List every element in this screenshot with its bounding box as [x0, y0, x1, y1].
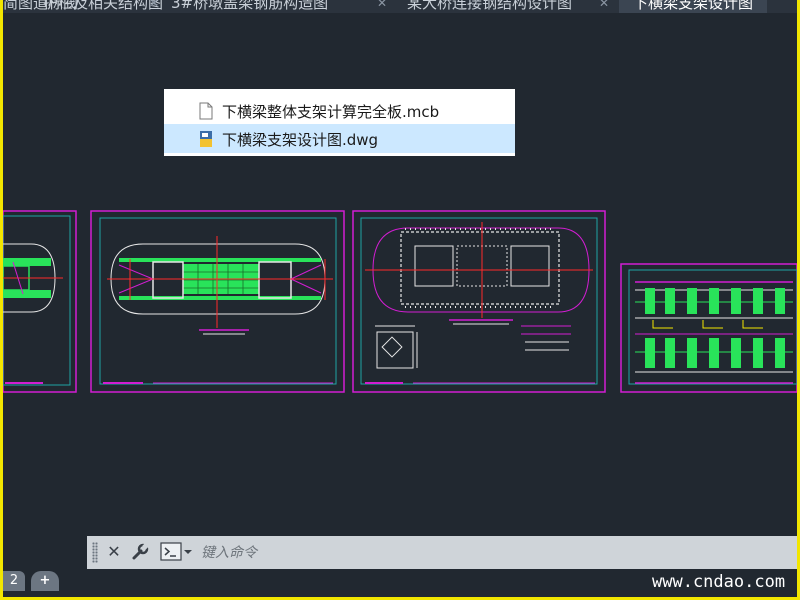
document-icon — [199, 102, 213, 120]
add-layout-button[interactable]: + — [31, 571, 59, 591]
dwg-file-icon — [200, 131, 212, 147]
layout-tab[interactable]: 2 — [3, 571, 25, 591]
file-name: 下横梁支架设计图.dwg — [222, 131, 379, 149]
drawing-sheet-2[interactable] — [90, 210, 345, 393]
tab-2[interactable]: 3#桥墩盖梁钢筋构造图 — [171, 0, 328, 13]
tab-1[interactable]: 护栏及相关结构图 — [43, 0, 163, 13]
tab-4-active[interactable]: 下横梁支架设计图 — [619, 0, 768, 13]
command-line: ✕ — [87, 536, 797, 569]
tab-close-icon[interactable]: ✕ — [599, 0, 609, 10]
tab-close-icon[interactable]: ✕ — [149, 0, 159, 10]
command-prompt-icon[interactable] — [160, 541, 194, 563]
close-icon[interactable]: ✕ — [103, 541, 125, 563]
file-list-item[interactable]: 下横梁整体支架计算完全板.mcb — [164, 96, 515, 125]
cad-application-window: 简图道标阀 护栏及相关结构图 ✕ 3#桥墩盖梁钢筋构造图 ✕ 某大桥连接钢结构设… — [3, 0, 797, 597]
watermark: www.cndao.com — [652, 572, 786, 592]
wrench-icon[interactable] — [129, 541, 151, 563]
tab-close-icon[interactable]: ✕ — [377, 0, 387, 10]
file-name: 下横梁整体支架计算完全板.mcb — [222, 103, 440, 121]
drawing-sheet-4[interactable] — [620, 263, 797, 393]
command-input[interactable] — [199, 541, 793, 565]
file-list-popup: 下横梁整体支架计算完全板.mcb 下横梁支架设计图.dwg — [164, 89, 515, 156]
file-list-item-selected[interactable]: 下横梁支架设计图.dwg — [164, 124, 515, 153]
tab-3[interactable]: 某大桥连接钢结构设计图 — [407, 0, 572, 13]
drawing-sheet-3[interactable] — [352, 210, 606, 393]
drag-handle[interactable] — [92, 542, 98, 563]
drawing-sheet-1[interactable] — [3, 210, 77, 393]
file-tab-bar: 简图道标阀 护栏及相关结构图 ✕ 3#桥墩盖梁钢筋构造图 ✕ 某大桥连接钢结构设… — [3, 0, 797, 13]
